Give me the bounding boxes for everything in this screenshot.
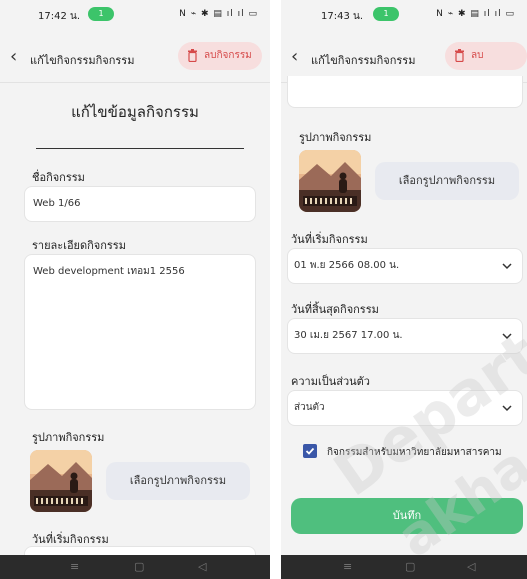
status-icons: N ⌁ ✱ ▤ ıl ıl ▭ — [436, 9, 515, 19]
activity-image-label: รูปภาพกิจกรรม — [32, 431, 105, 444]
chevron-down-icon — [502, 333, 512, 340]
home-icon[interactable]: ▢ — [134, 560, 144, 573]
start-date-value: 01 พ.ย 2566 08.00 น. — [294, 260, 400, 271]
activity-image-label: รูปภาพกิจกรรม — [299, 131, 372, 144]
menu-icon[interactable]: ≡ — [70, 560, 79, 573]
trash-icon — [188, 49, 197, 62]
pick-image-button[interactable]: เลือกรูปภาพกิจกรรม — [106, 462, 250, 500]
status-time: 17:42 น. — [38, 11, 81, 22]
privacy-label: ความเป็นส่วนตัว — [291, 375, 370, 388]
chevron-down-icon — [502, 263, 512, 270]
delete-activity-button[interactable]: ลบกิจกรรม — [178, 42, 262, 70]
end-date-select[interactable]: 30 เม.ย 2567 17.00 น. — [287, 318, 523, 354]
activity-detail-textarea[interactable]: Web development เทอม1 2556 — [24, 254, 256, 410]
activity-name-input[interactable]: Web 1/66 — [24, 186, 256, 222]
trash-icon — [455, 49, 464, 62]
status-icons: N ⌁ ✱ ▤ ıl ıl ▭ — [179, 9, 258, 19]
activity-detail-label: รายละเอียดกิจกรรม — [32, 239, 126, 252]
privacy-value: ส่วนตัว — [294, 402, 325, 413]
app-bar-title: แก้ไขกิจกรรมกิจกรรม — [30, 54, 135, 67]
call-indicator: 1 — [88, 7, 114, 21]
chevron-down-icon — [502, 405, 512, 412]
heading-underline — [36, 148, 244, 149]
app-bar-divider — [0, 82, 270, 83]
form-heading: แก้ไขข้อมูลกิจกรรม — [71, 103, 199, 121]
activity-image — [299, 150, 361, 212]
system-nav-bar: ≡ ▢ ◁ — [281, 555, 527, 579]
call-indicator: 1 — [373, 7, 399, 21]
start-date-label: วันที่เริ่มกิจกรรม — [291, 233, 368, 246]
nav-back-icon[interactable]: ◁ — [198, 560, 206, 573]
end-date-value: 30 เม.ย 2567 17.00 น. — [294, 330, 403, 341]
activity-image-thumbnail — [299, 150, 361, 212]
privacy-select[interactable]: ส่วนตัว — [287, 390, 523, 426]
nav-back-icon[interactable]: ◁ — [467, 560, 475, 573]
save-button[interactable]: บันทึก — [291, 498, 523, 534]
delete-activity-button[interactable]: ลบกิจกรรม — [445, 42, 527, 89]
pick-image-button[interactable]: เลือกรูปภาพกิจกรรม — [375, 162, 519, 200]
status-bar: 17:43 น. 1 N ⌁ ✱ ▤ ıl ıl ▭ — [281, 0, 527, 30]
left-phone-screen: 17:42 น. 1 N ⌁ ✱ ▤ ıl ıl ▭ ‹ แก้ไขกิจกรร… — [0, 0, 270, 579]
status-time: 17:43 น. — [321, 11, 364, 22]
system-nav-bar: ≡ ▢ ◁ — [0, 555, 270, 579]
start-date-select[interactable]: 01 พ.ย 2566 08.00 น. — [287, 248, 523, 284]
right-phone-screen: 17:43 น. 1 N ⌁ ✱ ▤ ıl ıl ▭ ‹ แก้ไขกิจกรร… — [281, 0, 527, 579]
app-bar-title: แก้ไขกิจกรรมกิจกรรม — [311, 54, 416, 67]
app-bar: ‹ แก้ไขกิจกรรมกิจกรรม ลบกิจกรรม — [0, 38, 270, 78]
end-date-label: วันที่สิ้นสุดกิจกรรม — [291, 303, 379, 316]
app-bar: ‹ แก้ไขกิจกรรมกิจกรรม ลบกิจกรรม — [281, 38, 527, 89]
checkmark-icon — [305, 447, 315, 455]
menu-icon[interactable]: ≡ — [343, 560, 352, 573]
activity-image — [30, 450, 92, 512]
home-icon[interactable]: ▢ — [405, 560, 415, 573]
activity-image-thumbnail — [30, 450, 92, 512]
back-icon[interactable]: ‹ — [291, 46, 298, 67]
activity-name-label: ชื่อกิจกรรม — [32, 171, 85, 184]
back-icon[interactable]: ‹ — [10, 46, 17, 67]
university-checkbox[interactable] — [303, 444, 317, 458]
status-bar: 17:42 น. 1 N ⌁ ✱ ▤ ıl ıl ▭ — [0, 0, 270, 30]
delete-label: ลบกิจกรรม — [204, 50, 252, 61]
detail-textarea-partial[interactable] — [287, 76, 523, 108]
university-checkbox-label: กิจกรรมสำหรับมหาวิทยาลัยมหาสารคาม — [327, 447, 502, 458]
